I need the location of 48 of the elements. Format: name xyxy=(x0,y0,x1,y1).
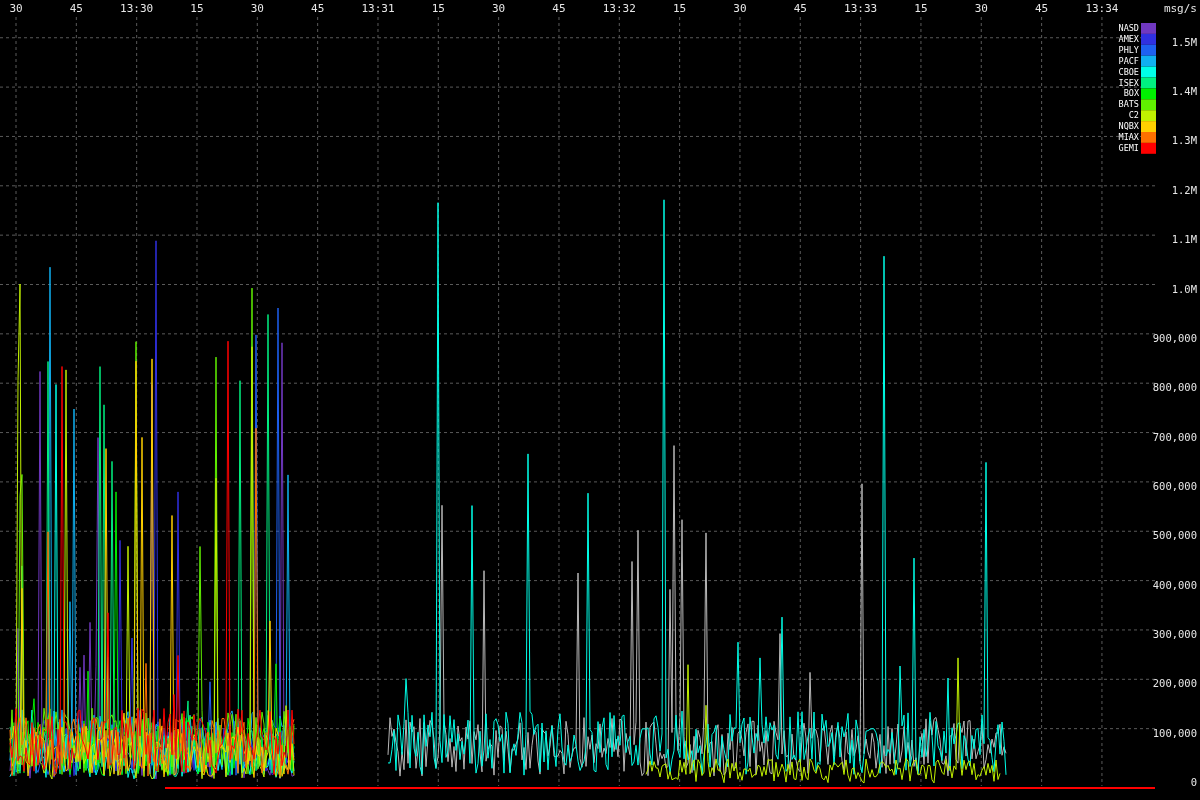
x-axis-label: 13:32 xyxy=(602,2,636,15)
x-axis-label: 13:31 xyxy=(361,2,395,15)
x-axis-label: 45 xyxy=(311,2,325,15)
y-axis-label: 1.5M xyxy=(1171,35,1197,48)
x-axis-label: 15 xyxy=(431,2,445,15)
y-axis-label: 1.2M xyxy=(1171,183,1197,196)
x-axis-label: 15 xyxy=(914,2,928,15)
legend-label: PACF xyxy=(1118,55,1139,66)
legend-label: PHLY xyxy=(1118,44,1139,55)
y-axis-label: 500,000 xyxy=(1152,529,1197,542)
x-axis-label: 45 xyxy=(552,2,566,15)
legend-label: C2 xyxy=(1128,110,1139,121)
x-axis-label: 13:34 xyxy=(1085,2,1119,15)
legend-label: AMEX xyxy=(1118,33,1139,44)
x-axis-label: 30 xyxy=(492,2,506,15)
x-axis-label: 13:30 xyxy=(120,2,154,15)
y-axis-label: 400,000 xyxy=(1152,578,1197,591)
legend-label: BOX xyxy=(1123,88,1139,99)
y-axis-label: 0 xyxy=(1190,776,1197,788)
legend-label: NQBX xyxy=(1118,121,1139,132)
x-axis-label: 13:33 xyxy=(844,2,878,15)
x-axis-label: 30 xyxy=(974,2,988,15)
y-axis-label: 800,000 xyxy=(1152,381,1197,394)
y-axis-label: 300,000 xyxy=(1152,627,1197,640)
legend-label: MIAX xyxy=(1118,132,1139,142)
x-axis-label: 30 xyxy=(250,2,264,15)
y-axis-label: 100,000 xyxy=(1152,726,1197,739)
y-axis-label: 1.3M xyxy=(1171,134,1197,147)
y-axis-label: 1.0M xyxy=(1171,282,1197,295)
x-axis-label: 45 xyxy=(1035,2,1049,15)
x-axis-label: 45 xyxy=(793,2,807,15)
legend-label: CBOE xyxy=(1118,66,1139,77)
y-axis-label: 1.4M xyxy=(1171,85,1197,98)
y-axis-label: 600,000 xyxy=(1152,479,1197,492)
legend-label: ISEX xyxy=(1118,77,1139,88)
x-axis-label: 30 xyxy=(9,2,23,15)
y-axis-label: 900,000 xyxy=(1152,331,1197,344)
legend-label: NASD xyxy=(1118,23,1139,33)
x-axis-label: 45 xyxy=(69,2,83,15)
x-axis-label: 30 xyxy=(733,2,747,15)
x-axis-label: 15 xyxy=(190,2,204,15)
legend-label: BATS xyxy=(1118,99,1139,110)
y-axis-label: 1.1M xyxy=(1171,233,1197,246)
unit-label: msg/s xyxy=(1163,2,1197,15)
legend-label: GEMI xyxy=(1118,142,1139,153)
y-axis-label: 700,000 xyxy=(1152,430,1197,443)
y-axis-label: 200,000 xyxy=(1152,677,1197,690)
x-axis-label: 15 xyxy=(673,2,687,15)
